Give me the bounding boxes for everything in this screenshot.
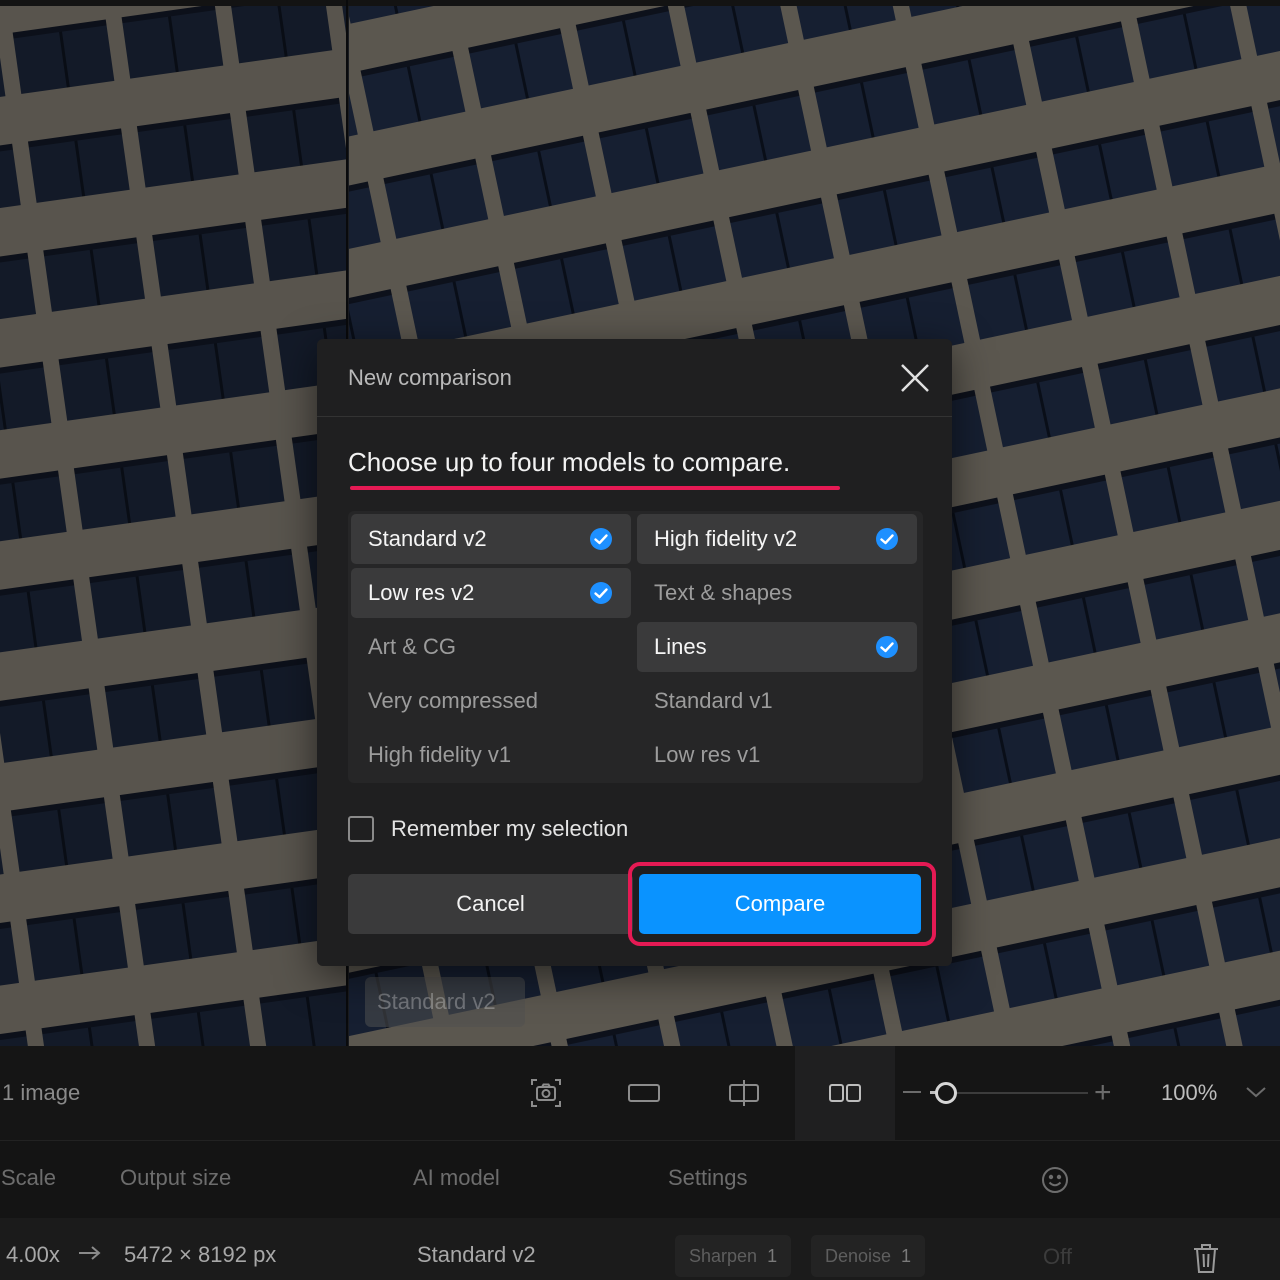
instruction-annotation-underline <box>350 486 840 490</box>
model-option-label: Art & CG <box>368 634 457 659</box>
model-option-label: Standard v1 <box>654 688 773 713</box>
arrow-right-icon <box>79 1246 101 1260</box>
check-circle-icon <box>876 636 898 658</box>
model-option[interactable]: High fidelity v2 <box>637 514 917 564</box>
model-option-label: High fidelity v2 <box>654 526 798 551</box>
view-toolbar: 1 image + 100% <box>0 1046 1280 1140</box>
denoise-value: 1 <box>901 1246 912 1266</box>
new-comparison-dialog: New comparison Choose up to four models … <box>317 339 952 966</box>
model-option-label: Standard v2 <box>368 526 487 551</box>
model-option-label: Low res v1 <box>654 742 761 767</box>
zoom-level: 100% <box>1161 1080 1218 1105</box>
row-ai-model: Standard v2 <box>417 1242 536 1267</box>
sharpen-setting[interactable]: Sharpen 1 <box>675 1235 792 1277</box>
denoise-label: Denoise <box>825 1246 892 1266</box>
model-option[interactable]: Very compressed <box>351 676 631 726</box>
dialog-instruction: Choose up to four models to compare. <box>348 447 791 477</box>
check-circle-icon <box>590 582 612 604</box>
row-scale: 4.00x <box>6 1242 60 1267</box>
results-table-header: Scale Output size AI model Settings <box>0 1140 1280 1218</box>
remember-selection-checkbox[interactable] <box>348 816 374 842</box>
remember-selection-option[interactable]: Remember my selection <box>348 815 628 843</box>
model-option[interactable]: High fidelity v1 <box>351 730 631 780</box>
close-button[interactable] <box>898 361 932 395</box>
chevron-down-icon[interactable] <box>1244 1084 1268 1100</box>
panel-model-label: Standard v2 <box>365 977 525 1027</box>
model-option-label: Very compressed <box>368 688 538 713</box>
model-option-label: High fidelity v1 <box>368 742 512 767</box>
screenshot-button[interactable] <box>496 1046 596 1140</box>
denoise-setting[interactable]: Denoise 1 <box>811 1235 926 1277</box>
model-option[interactable]: Low res v2 <box>351 568 631 618</box>
column-output-size: Output size <box>120 1165 232 1190</box>
split-view-button[interactable] <box>694 1046 794 1140</box>
zoom-slider-thumb[interactable] <box>934 1082 957 1104</box>
camera-icon <box>531 1079 561 1107</box>
zoom-out-icon[interactable] <box>903 1091 921 1093</box>
remember-selection-label: Remember my selection <box>391 816 629 841</box>
face-recovery-status: Off <box>1043 1244 1072 1269</box>
model-option[interactable]: Art & CG <box>351 622 631 672</box>
split-view-icon <box>729 1080 759 1106</box>
check-circle-icon <box>876 528 898 550</box>
sharpen-value: 1 <box>767 1246 778 1266</box>
column-ai-model: AI model <box>413 1165 500 1190</box>
cancel-button[interactable]: Cancel <box>348 874 633 934</box>
table-row[interactable]: 4.00x 5472 × 8192 px Standard v2 Sharpen… <box>0 1218 1280 1280</box>
image-count: 1 image <box>2 1080 81 1105</box>
model-option-label: Text & shapes <box>654 580 793 605</box>
model-option[interactable]: Low res v1 <box>637 730 917 780</box>
face-recovery-icon <box>1042 1167 1068 1193</box>
model-option-label: Low res v2 <box>368 580 475 605</box>
close-icon <box>901 364 929 392</box>
row-output-size: 5472 × 8192 px <box>124 1242 277 1267</box>
trash-icon[interactable] <box>1192 1242 1220 1274</box>
compare-button[interactable]: Compare <box>639 874 921 934</box>
check-circle-icon <box>590 528 612 550</box>
model-option[interactable]: Standard v1 <box>637 676 917 726</box>
model-option-label: Lines <box>654 634 707 659</box>
zoom-in-icon[interactable]: + <box>1094 1076 1112 1110</box>
model-option[interactable]: Standard v2 <box>351 514 631 564</box>
model-option[interactable]: Lines <box>637 622 917 672</box>
side-by-side-view-button[interactable] <box>795 1046 895 1140</box>
side-by-side-icon <box>829 1084 861 1102</box>
single-view-icon <box>628 1084 660 1102</box>
column-scale: Scale <box>1 1165 57 1190</box>
column-settings: Settings <box>668 1165 748 1190</box>
single-view-button[interactable] <box>594 1046 694 1140</box>
model-option[interactable]: Text & shapes <box>637 568 917 618</box>
dialog-header: New comparison <box>317 339 952 417</box>
dialog-title: New comparison <box>348 365 512 390</box>
sharpen-label: Sharpen <box>689 1246 758 1266</box>
model-options-grid: Standard v2 High fidelity v2 Low res v2 … <box>348 511 923 783</box>
